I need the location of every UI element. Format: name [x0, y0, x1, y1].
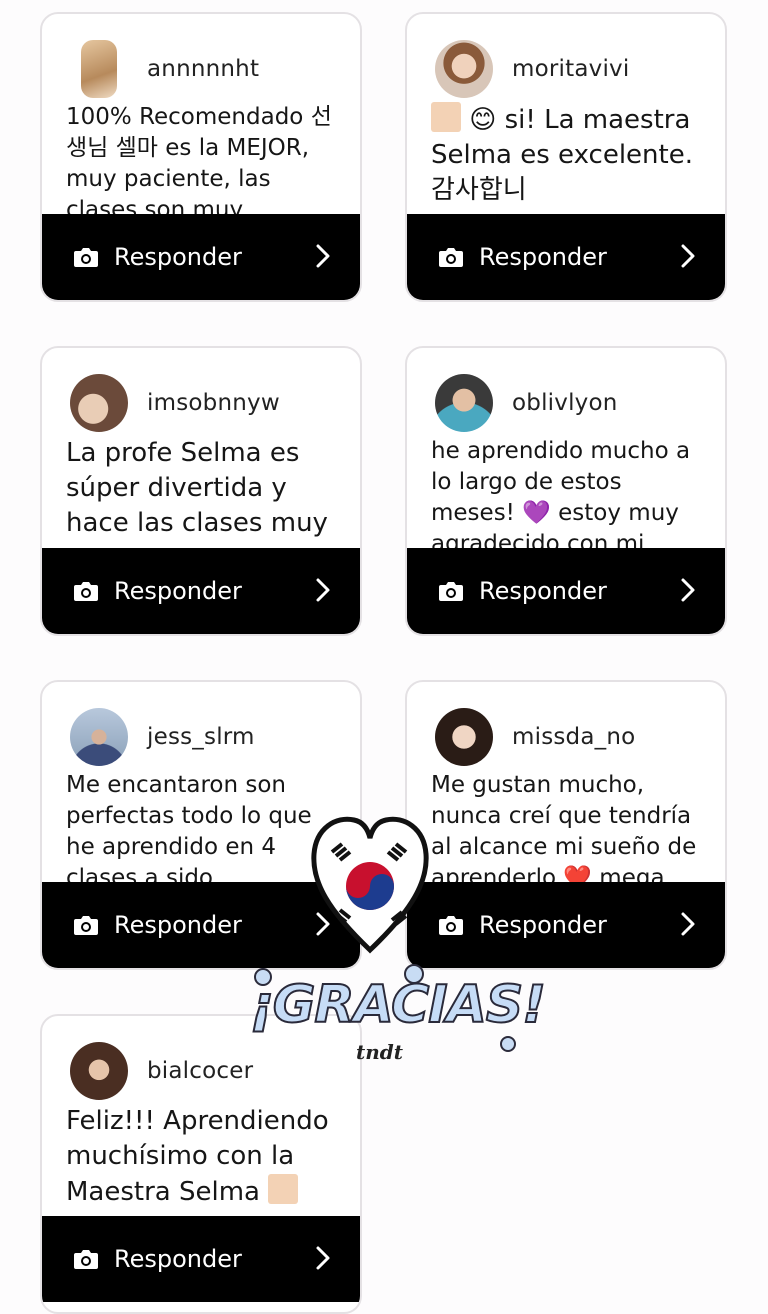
reply-button[interactable]: Responder — [42, 882, 360, 968]
reply-label: Responder — [114, 1245, 242, 1273]
camera-icon — [439, 248, 463, 267]
reply-button[interactable]: Responder — [407, 548, 725, 634]
review-text: he aprendido mucho a lo largo de estos m… — [431, 438, 691, 557]
reply-label: Responder — [479, 911, 607, 939]
camera-icon — [74, 916, 98, 935]
avatar[interactable] — [81, 40, 117, 98]
chevron-right-icon — [681, 578, 695, 602]
review-card: bialcocer Feliz!!! Aprendiendo muchísimo… — [40, 1014, 362, 1314]
reply-label: Responder — [479, 577, 607, 605]
reply-label: Responder — [479, 243, 607, 271]
signature: tndt — [356, 1040, 404, 1064]
review-card: jess_slrm Me encantaron son perfectas to… — [40, 680, 362, 970]
avatar[interactable] — [70, 708, 128, 766]
reply-button[interactable]: Responder — [42, 214, 360, 300]
camera-icon — [74, 248, 98, 267]
skin-tone-emoji — [268, 1174, 299, 1204]
username[interactable]: bialcocer — [147, 1058, 253, 1084]
username[interactable]: annnnnht — [147, 56, 259, 82]
review-text: Me gustan mucho, nunca creí que tendría … — [431, 772, 697, 891]
review-card: moritavivi 😊 si! La maestra Selma es exc… — [405, 12, 727, 302]
review-text: 😊 si! La maestra Selma es excelente. 감사합… — [431, 102, 711, 208]
username[interactable]: moritavivi — [512, 56, 629, 82]
username[interactable]: imsobnnyw — [147, 390, 280, 416]
chevron-right-icon — [316, 1246, 330, 1270]
username[interactable]: oblivlyon — [512, 390, 618, 416]
camera-icon — [439, 582, 463, 601]
review-text: 100% Recomendado 선생님 셀마 es la MEJOR, muy… — [66, 104, 332, 223]
reply-label: Responder — [114, 911, 242, 939]
avatar[interactable] — [435, 374, 493, 432]
username[interactable]: jess_slrm — [147, 724, 255, 750]
chevron-right-icon — [316, 912, 330, 936]
username[interactable]: missda_no — [512, 724, 635, 750]
camera-icon — [439, 916, 463, 935]
avatar[interactable] — [70, 374, 128, 432]
reply-label: Responder — [114, 577, 242, 605]
reply-button[interactable]: Responder — [407, 882, 725, 968]
chevron-right-icon — [681, 912, 695, 936]
camera-icon — [74, 582, 98, 601]
review-card: annnnnht 100% Recomendado 선생님 셀마 es la M… — [40, 12, 362, 302]
review-card: imsobnnyw La profe Selma es súper divert… — [40, 346, 362, 636]
gracias-sticker: ¡GRACIAS! — [249, 974, 547, 1036]
review-card: oblivlyon he aprendido mucho a lo largo … — [405, 346, 727, 636]
chevron-right-icon — [681, 244, 695, 268]
review-text: Feliz!!! Aprendiendo muchísimo con la Ma… — [66, 1106, 329, 1207]
camera-icon — [74, 1250, 98, 1269]
reply-button[interactable]: Responder — [42, 548, 360, 634]
chevron-right-icon — [316, 244, 330, 268]
reply-button[interactable]: Responder — [407, 214, 725, 300]
reply-button[interactable]: Responder — [42, 1216, 360, 1302]
avatar[interactable] — [70, 1042, 128, 1100]
chevron-right-icon — [316, 578, 330, 602]
decor-bubble — [500, 1036, 516, 1052]
reply-label: Responder — [114, 243, 242, 271]
avatar[interactable] — [435, 708, 493, 766]
review-text: Me encantaron son perfectas todo lo que … — [66, 772, 312, 891]
avatar[interactable] — [435, 40, 493, 98]
skin-tone-emoji — [431, 102, 461, 132]
review-card: missda_no Me gustan mucho, nunca creí qu… — [405, 680, 727, 970]
